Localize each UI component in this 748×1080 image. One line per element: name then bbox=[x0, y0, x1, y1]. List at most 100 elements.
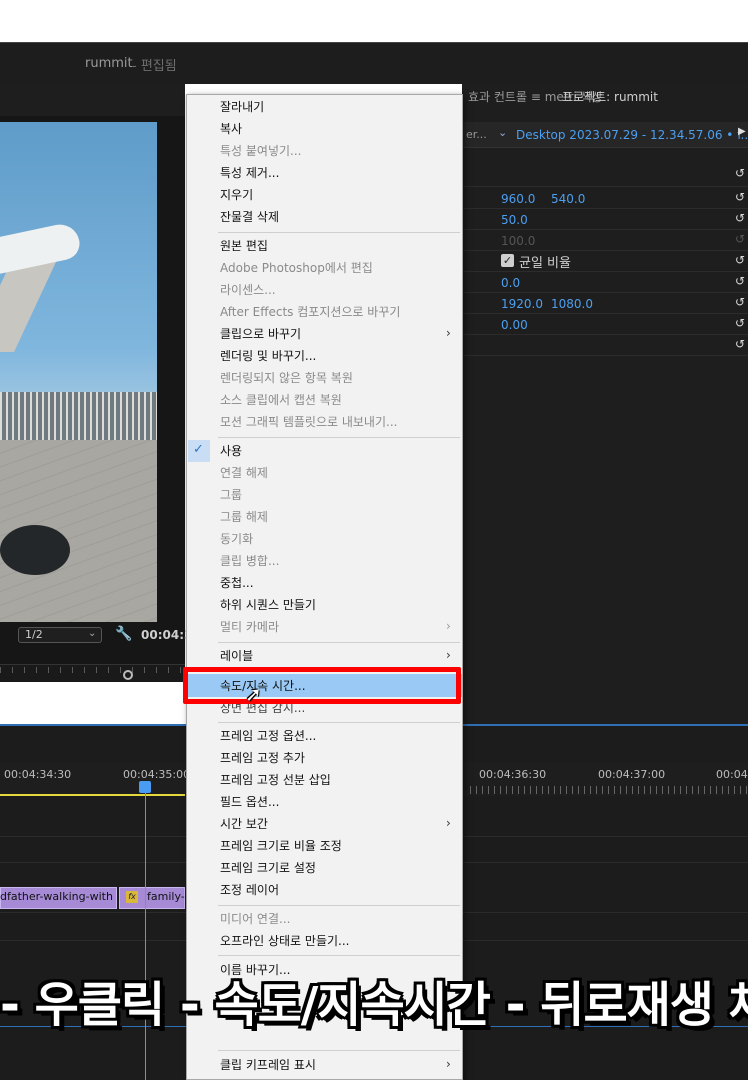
uniform-scale-checkbox[interactable]: ✓ bbox=[501, 254, 514, 267]
menu-item-remove-attributes[interactable]: 특성 제거... bbox=[220, 165, 279, 181]
check-icon: ✓ bbox=[193, 442, 204, 457]
menu-item-make-subsequence[interactable]: 하위 시퀀스 만들기 bbox=[220, 597, 316, 613]
menu-separator bbox=[218, 1050, 460, 1051]
menu-item-ungroup[interactable]: 그룹 해제 bbox=[220, 509, 268, 525]
time-label: 00:04:36:30 bbox=[479, 768, 547, 781]
menu-separator bbox=[218, 905, 460, 906]
rotation-value[interactable]: 0.0 bbox=[501, 276, 520, 290]
menu-item-export-mogrt[interactable]: 모션 그래픽 템플릿으로 내보내기... bbox=[220, 414, 397, 430]
menu-item-merge-clips[interactable]: 클립 병합... bbox=[220, 553, 279, 569]
menu-item-edit-original[interactable]: 원본 편집 bbox=[220, 238, 268, 254]
scale-value[interactable]: 50.0 bbox=[501, 213, 528, 227]
time-label: 00:04 bbox=[716, 768, 748, 781]
menu-item-enable[interactable]: 사용 bbox=[220, 443, 242, 459]
menu-item-edit-in-photoshop[interactable]: Adobe Photoshop에서 편집 bbox=[220, 260, 373, 276]
menu-item-insert-frame-hold-segment[interactable]: 프레임 고정 선분 삽입 bbox=[220, 772, 331, 788]
menu-separator bbox=[218, 722, 460, 723]
anchor-x-value[interactable]: 1920.0 bbox=[501, 297, 543, 311]
menu-item-unlink[interactable]: 연결 해제 bbox=[220, 465, 268, 481]
menu-item-field-options[interactable]: 필드 옵션... bbox=[220, 794, 279, 810]
menu-separator bbox=[218, 437, 460, 438]
menu-item-restore-captions[interactable]: 소스 클립에서 캡션 복원 bbox=[220, 392, 342, 408]
menu-item-restore-unrendered[interactable]: 렌더링되지 않은 항목 복원 bbox=[220, 370, 353, 386]
program-timecode[interactable]: 00:04:3 bbox=[141, 628, 192, 642]
reset-icon[interactable]: ↺ bbox=[735, 274, 745, 288]
menu-item-show-clip-keyframes[interactable]: 클립 키프레임 표시 bbox=[220, 1057, 316, 1073]
reset-icon[interactable]: ↺ bbox=[735, 166, 745, 180]
sequence-name[interactable]: Desktop 2023.07.29 - 12.34.57.06 • f... bbox=[516, 128, 748, 142]
menu-item-license[interactable]: 라이센스... bbox=[220, 282, 276, 298]
menu-item-scale-to-frame-size[interactable]: 프레임 크기로 비율 조정 bbox=[220, 838, 342, 854]
window-subtitle: - 편집됨 bbox=[132, 59, 177, 74]
chevron-right-icon: › bbox=[446, 619, 451, 633]
chevron-right-icon: › bbox=[446, 326, 451, 340]
top-blank-area bbox=[0, 0, 748, 42]
menu-item-group[interactable]: 그룹 bbox=[220, 487, 242, 503]
mouse-cursor-icon: ➚ bbox=[245, 682, 262, 706]
menu-item-cut[interactable]: 잘라내기 bbox=[220, 99, 264, 115]
menu-item-make-offline[interactable]: 오프라인 상태로 만들기... bbox=[220, 933, 349, 949]
time-label: 00:04:37:00 bbox=[598, 768, 666, 781]
reset-icon[interactable]: ↺ bbox=[735, 337, 745, 351]
menu-item-time-interpolation[interactable]: 시간 보간 bbox=[220, 816, 268, 832]
menu-item-nest[interactable]: 중첩... bbox=[220, 575, 254, 591]
menu-item-frame-hold-options[interactable]: 프레임 고정 옵션... bbox=[220, 728, 316, 744]
chevron-right-icon: › bbox=[446, 816, 451, 830]
uniform-scale-label: 균일 비율 bbox=[519, 256, 571, 271]
scrubber-handle[interactable] bbox=[123, 670, 133, 680]
menu-separator bbox=[218, 232, 460, 233]
video-railing bbox=[0, 392, 157, 440]
video-shadow bbox=[0, 525, 70, 575]
menu-item-label[interactable]: 레이블 bbox=[220, 648, 253, 664]
reset-icon: ↺ bbox=[735, 232, 746, 246]
menu-item-paste-attributes[interactable]: 특성 붙여넣기... bbox=[220, 143, 302, 159]
position-x-value[interactable]: 960.0 bbox=[501, 192, 535, 206]
chevron-down-icon: ⌄ bbox=[88, 628, 97, 639]
reset-icon[interactable]: ↺ bbox=[735, 253, 745, 267]
menu-item-synchronize[interactable]: 동기화 bbox=[220, 531, 253, 547]
screen: rummit - 편집됨 1/2 ⌄ 🔧 00:04:3 효과 컨트롤 ≡ me… bbox=[0, 0, 748, 1080]
chevron-down-icon[interactable]: ⌄ bbox=[498, 126, 507, 139]
work-area-bar[interactable] bbox=[0, 794, 185, 796]
anchor-y-value[interactable]: 1080.0 bbox=[551, 297, 593, 311]
reset-icon[interactable]: ↺ bbox=[735, 316, 745, 330]
time-label: 00:04:35:00 bbox=[123, 768, 191, 781]
menu-item-add-frame-hold[interactable]: 프레임 고정 추가 bbox=[220, 750, 305, 766]
clip-name: family- bbox=[147, 890, 185, 903]
menu-item-link-media[interactable]: 미디어 연결... bbox=[220, 911, 290, 927]
position-y-value[interactable]: 540.0 bbox=[551, 192, 585, 206]
menu-item-clear[interactable]: 지우기 bbox=[220, 187, 253, 203]
source-clip-label[interactable]: er... bbox=[466, 128, 487, 141]
playhead-handle[interactable] bbox=[139, 781, 151, 793]
reset-icon[interactable]: ↺ bbox=[735, 295, 745, 309]
chevron-right-icon: › bbox=[446, 1057, 451, 1071]
menu-separator bbox=[218, 642, 460, 643]
chevron-right-icon: › bbox=[446, 648, 451, 662]
menu-item-set-to-frame-size[interactable]: 프레임 크기로 설정 bbox=[220, 860, 316, 876]
window-title: rummit bbox=[85, 56, 133, 71]
clip-name: dfather-walking-with bbox=[0, 890, 113, 903]
fx-row bbox=[462, 335, 748, 356]
menu-item-replace-with-ae[interactable]: After Effects 컴포지션으로 바꾸기 bbox=[220, 304, 400, 320]
fx-row bbox=[462, 166, 748, 187]
menu-separator bbox=[218, 955, 460, 956]
menu-item-render-and-replace[interactable]: 렌더링 및 바꾸기... bbox=[220, 348, 316, 364]
menu-item-ripple-delete[interactable]: 잔물결 삭제 bbox=[220, 209, 279, 225]
scale-width-value: 100.0 bbox=[501, 234, 536, 248]
playhead-line bbox=[145, 782, 146, 1080]
scrubber-ticks bbox=[0, 667, 185, 673]
reset-icon[interactable]: ↺ bbox=[735, 211, 745, 225]
fx-badge-icon: fx bbox=[126, 891, 138, 903]
menu-item-replace-with-clip[interactable]: 클립으로 바꾸기 bbox=[220, 326, 301, 342]
highlight-annotation-box bbox=[183, 667, 461, 704]
ruler-ticks bbox=[470, 786, 748, 794]
menu-item-adjustment-layer[interactable]: 조정 레이어 bbox=[220, 882, 279, 898]
tab-project[interactable]: 프로젝트: rummit bbox=[562, 88, 658, 105]
play-arrow-icon[interactable]: ▶ bbox=[738, 126, 746, 137]
program-monitor-header bbox=[0, 84, 185, 116]
menu-item-multi-camera[interactable]: 멀티 카메라 bbox=[220, 619, 279, 635]
reset-icon[interactable]: ↺ bbox=[735, 190, 745, 204]
wrench-icon[interactable]: 🔧 bbox=[115, 626, 132, 642]
flicker-value[interactable]: 0.00 bbox=[501, 318, 528, 332]
menu-item-copy[interactable]: 복사 bbox=[220, 121, 242, 137]
